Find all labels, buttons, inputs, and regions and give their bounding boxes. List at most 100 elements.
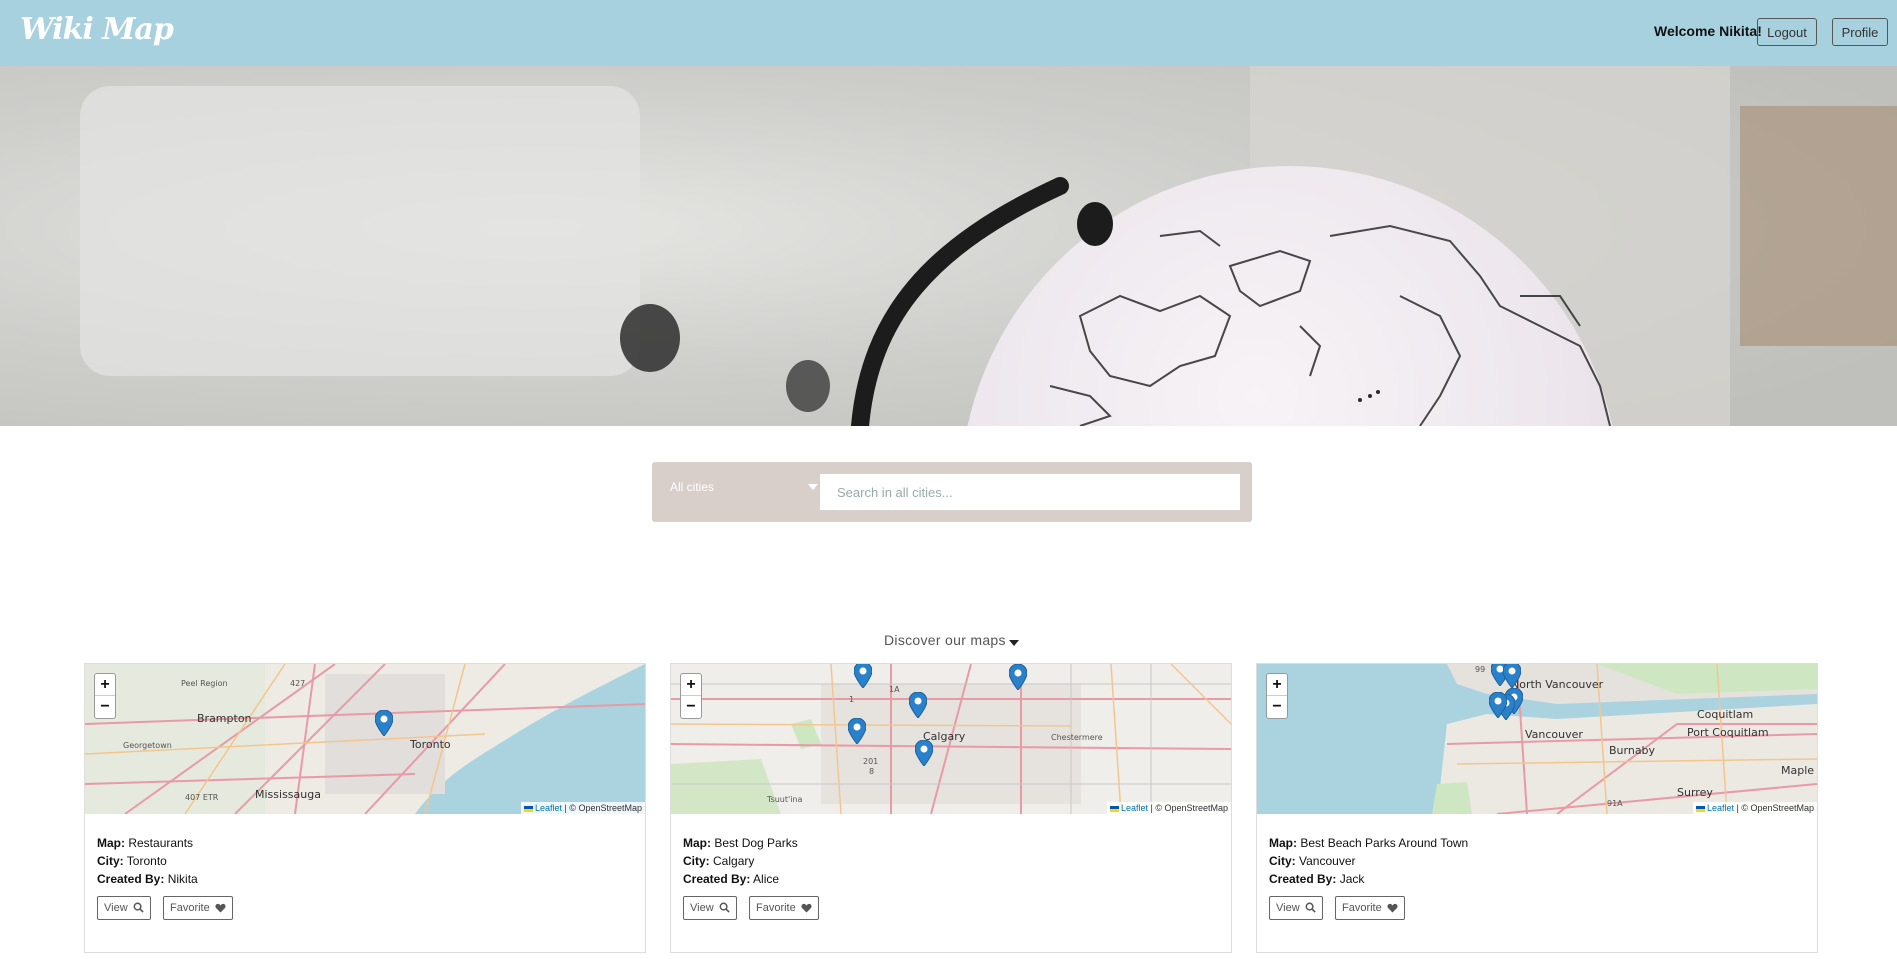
chevron-down-icon [808,484,818,490]
map-view-calgary[interactable]: Calgary Chestermere Tsuut'ina 201 1A 1 8… [671,664,1231,814]
road-label-1: 1 [849,695,854,704]
map-marker-icon[interactable] [854,664,872,688]
creator-name: Nikita [167,872,198,886]
view-button-label: View [690,902,714,914]
view-map-button[interactable]: View [97,896,151,920]
map-marker-icon[interactable] [1009,664,1027,690]
view-button-label: View [104,902,128,914]
view-map-button[interactable]: View [683,896,737,920]
brand-logo[interactable]: Wiki Map [20,12,174,47]
map-marker-icon[interactable] [915,740,933,766]
place-label-peel-region: Peel Region [181,679,228,688]
caret-down-icon[interactable] [1009,640,1019,646]
zoom-control: + − [680,673,702,719]
logout-button[interactable]: Logout [1757,18,1817,46]
city-label: City: [683,854,710,868]
view-map-button[interactable]: View [1269,896,1323,920]
map-card-best-beach-parks: North Vancouver Vancouver Coquitlam Port… [1256,663,1818,953]
zoom-in-button[interactable]: + [681,674,701,696]
created-by-label: Created By: [97,872,165,886]
city-name: Toronto [126,854,167,868]
map-info: Map: Best Dog Parks City: Calgary Create… [683,834,798,888]
place-label-surrey: Surrey [1677,786,1713,799]
city-name: Vancouver [1299,854,1356,868]
creator-name: Alice [753,872,780,886]
osm-attribution[interactable]: | © OpenStreetMap [1150,803,1228,813]
city-label: City: [1269,854,1296,868]
zoom-control: + − [1266,673,1288,719]
map-marker-icon[interactable] [375,710,393,736]
map-attribution: Leaflet | © OpenStreetMap [1692,802,1817,814]
map-card-restaurants: Brampton Toronto Mississauga Georgetown … [84,663,646,953]
osm-attribution[interactable]: | © OpenStreetMap [564,803,642,813]
leaflet-link[interactable]: Leaflet [1121,803,1148,813]
place-label-georgetown: Georgetown [123,741,172,750]
ukraine-flag-icon [1109,805,1119,812]
city-label: City: [97,854,124,868]
map-card-best-dog-parks: Calgary Chestermere Tsuut'ina 201 1A 1 8… [670,663,1232,953]
discover-maps-label[interactable]: Discover our maps [884,632,1006,648]
zoom-in-button[interactable]: + [95,674,115,696]
city-select[interactable]: All cities [670,480,818,504]
profile-button[interactable]: Profile [1832,18,1888,46]
ukraine-flag-icon [1695,805,1705,812]
favorite-map-button[interactable]: Favorite [163,896,233,920]
created-by-label: Created By: [1269,872,1337,886]
place-label-maple-ridge: Maple R [1781,764,1817,777]
place-label-mississauga: Mississauga [255,788,321,801]
city-name: Calgary [713,854,755,868]
heart-icon [215,903,226,913]
road-label-91a: 91A [1607,799,1623,808]
ukraine-flag-icon [523,805,533,812]
favorite-button-label: Favorite [1342,902,1382,914]
map-name: Restaurants [128,836,194,850]
globe-illustration [0,66,1897,426]
osm-attribution[interactable]: | © OpenStreetMap [1736,803,1814,813]
place-label-coquitlam: Coquitlam [1697,708,1753,721]
place-label-tsuutina: Tsuut'ina [766,795,803,804]
place-label-toronto: Toronto [409,738,451,751]
map-view-toronto[interactable]: Brampton Toronto Mississauga Georgetown … [85,664,645,814]
road-label-427: 427 [290,679,305,688]
leaflet-link[interactable]: Leaflet [535,803,562,813]
map-marker-icon[interactable] [848,718,866,744]
place-label-burnaby: Burnaby [1609,744,1656,757]
map-marker-icon[interactable] [1489,692,1507,718]
map-marker-icon[interactable] [1503,664,1521,688]
zoom-control: + − [94,673,116,719]
search-icon [1305,902,1316,913]
zoom-out-button[interactable]: − [1267,696,1287,718]
zoom-out-button[interactable]: − [681,696,701,718]
map-marker-icon[interactable] [909,692,927,718]
favorite-button-label: Favorite [756,902,796,914]
road-label-99: 99 [1475,665,1485,674]
zoom-out-button[interactable]: − [95,696,115,718]
map-name-label: Map: [683,836,711,850]
map-attribution: Leaflet | © OpenStreetMap [520,802,645,814]
favorite-map-button[interactable]: Favorite [1335,896,1405,920]
place-label-port-coquitlam: Port Coquitlam [1687,726,1769,739]
road-label-407: 407 ETR [185,793,219,802]
road-label-8: 8 [869,767,874,776]
search-icon [719,902,730,913]
road-label-201: 201 [863,757,878,766]
heart-icon [801,903,812,913]
place-label-chestermere: Chestermere [1051,733,1103,742]
welcome-text: Welcome Nikita! [1654,23,1762,39]
place-label-vancouver: Vancouver [1525,728,1583,741]
map-view-vancouver[interactable]: North Vancouver Vancouver Coquitlam Port… [1257,664,1817,814]
map-attribution: Leaflet | © OpenStreetMap [1106,802,1231,814]
map-info: Map: Restaurants City: Toronto Created B… [97,834,198,888]
map-name-label: Map: [1269,836,1297,850]
search-bar: All cities [652,462,1252,522]
map-info: Map: Best Beach Parks Around Town City: … [1269,834,1468,888]
search-icon [133,902,144,913]
city-select-value: All cities [670,480,715,494]
favorite-map-button[interactable]: Favorite [749,896,819,920]
place-label-brampton: Brampton [197,712,252,725]
leaflet-link[interactable]: Leaflet [1707,803,1734,813]
zoom-in-button[interactable]: + [1267,674,1287,696]
place-label-north-vancouver: North Vancouver [1511,678,1604,691]
search-input[interactable] [820,474,1240,510]
map-name: Best Beach Parks Around Town [1300,836,1469,850]
